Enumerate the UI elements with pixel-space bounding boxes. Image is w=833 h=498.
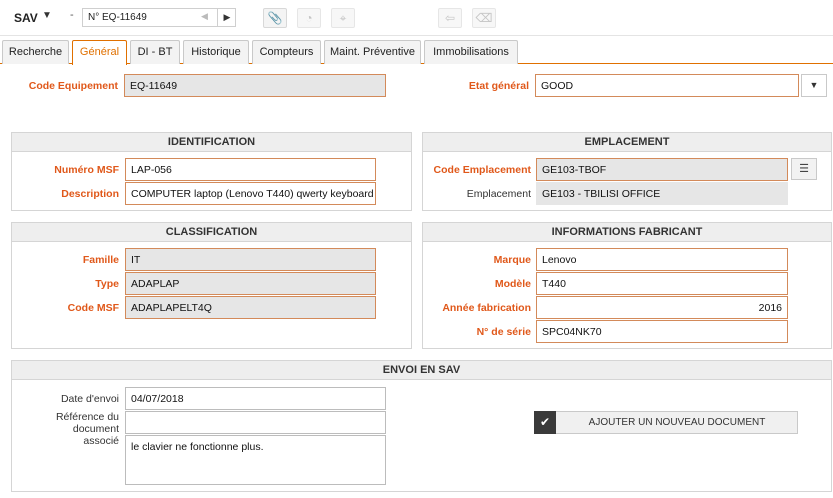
tab-di-bt[interactable]: DI - BT bbox=[130, 40, 180, 64]
modele-label: Modèle bbox=[494, 278, 531, 290]
famille-label: Famille bbox=[82, 254, 119, 266]
tab-general[interactable]: Général bbox=[72, 40, 127, 65]
identification-title: IDENTIFICATION bbox=[12, 133, 411, 152]
add-document-button[interactable]: ✔ AJOUTER UN NOUVEAU DOCUMENT bbox=[534, 411, 798, 434]
numero-serie-field[interactable]: SPC04NK70 bbox=[536, 320, 788, 343]
date-envoi-label: Date d'envoi bbox=[60, 393, 119, 405]
reference-document-label-line1: Référence du document bbox=[55, 411, 119, 435]
reference-document-label-line2: associé bbox=[83, 435, 119, 447]
emplacement-title: EMPLACEMENT bbox=[423, 133, 831, 152]
numero-serie-label: N° de série bbox=[476, 326, 531, 338]
date-envoi-field[interactable]: 04/07/2018 bbox=[125, 387, 386, 410]
record-number: N° EQ-11649 bbox=[88, 12, 147, 23]
arrow-left-glyph: ⇦ bbox=[444, 11, 456, 25]
type-field[interactable]: ADAPLAP bbox=[125, 272, 376, 295]
famille-field[interactable]: IT bbox=[125, 248, 376, 271]
separator-dash: - bbox=[70, 9, 74, 21]
app-title[interactable]: SAV bbox=[14, 11, 38, 25]
annee-fabrication-label: Année fabrication bbox=[442, 302, 531, 314]
reference-document-field[interactable] bbox=[125, 411, 386, 434]
annee-fabrication-field[interactable]: 2016 bbox=[536, 296, 788, 319]
top-bar: SAV ▼ - N° EQ-11649 ◀ ▶ 📎 ◔ ⌖ ⇦ ⌫ bbox=[0, 0, 833, 36]
code-emplacement-field[interactable]: GE103-TBOF bbox=[536, 158, 788, 181]
emplacement-field: GE103 - TBILISI OFFICE bbox=[536, 182, 788, 205]
type-label: Type bbox=[95, 278, 119, 290]
check-icon: ✔ bbox=[534, 411, 556, 434]
etat-general-label: Etat général bbox=[468, 80, 529, 92]
code-msf-field[interactable]: ADAPLAPELT4Q bbox=[125, 296, 376, 319]
fabricant-title: INFORMATIONS FABRICANT bbox=[423, 223, 831, 242]
tab-immobilisations[interactable]: Immobilisations bbox=[424, 40, 518, 64]
code-equipement-label: Code Equipement bbox=[28, 80, 118, 92]
comment-textarea[interactable]: le clavier ne fonctionne plus. bbox=[125, 435, 386, 485]
map-pin-icon[interactable]: ⌖ bbox=[331, 8, 355, 28]
tab-compteurs[interactable]: Compteurs bbox=[252, 40, 321, 64]
marque-field[interactable]: Lenovo bbox=[536, 248, 788, 271]
record-navigator: N° EQ-11649 ◀ ▶ bbox=[82, 8, 236, 27]
eraser-glyph: ⌫ bbox=[475, 11, 493, 25]
description-label: Description bbox=[61, 188, 119, 200]
etat-general-select[interactable]: GOOD bbox=[535, 74, 799, 97]
add-document-label: AJOUTER UN NOUVEAU DOCUMENT bbox=[588, 417, 766, 428]
classification-title: CLASSIFICATION bbox=[12, 223, 411, 242]
arrow-left-icon[interactable]: ⇦ bbox=[438, 8, 462, 28]
numero-msf-field[interactable]: LAP-056 bbox=[125, 158, 376, 181]
emplacement-lookup-icon[interactable]: ☰ bbox=[791, 158, 817, 180]
tab-historique[interactable]: Historique bbox=[183, 40, 249, 64]
etat-dropdown-button[interactable]: ▼ bbox=[801, 74, 827, 97]
reference-document-label: Référence du document associé bbox=[12, 411, 119, 447]
eraser-icon[interactable]: ⌫ bbox=[472, 8, 496, 28]
tab-bar: Recherche Général DI - BT Historique Com… bbox=[0, 40, 833, 65]
code-equipement-field: EQ-11649 bbox=[124, 74, 386, 97]
previous-record-icon[interactable]: ◀ bbox=[201, 11, 208, 22]
modele-field[interactable]: T440 bbox=[536, 272, 788, 295]
numero-msf-label: Numéro MSF bbox=[54, 164, 119, 176]
code-emplacement-label: Code Emplacement bbox=[433, 164, 531, 176]
pie-chart-glyph: ◔ bbox=[305, 11, 313, 25]
description-field[interactable]: COMPUTER laptop (Lenovo T440) qwerty key… bbox=[125, 182, 376, 205]
map-pin-glyph: ⌖ bbox=[339, 11, 347, 25]
tab-maint-preventive[interactable]: Maint. Préventive bbox=[324, 40, 421, 64]
chevron-down-icon[interactable]: ▼ bbox=[42, 10, 52, 21]
next-record-button[interactable]: ▶ bbox=[217, 9, 236, 26]
envoi-sav-title: ENVOI EN SAV bbox=[12, 361, 831, 380]
emplacement-label: Emplacement bbox=[466, 188, 531, 200]
marque-label: Marque bbox=[493, 254, 531, 266]
paperclip-icon[interactable]: 📎 bbox=[263, 8, 287, 28]
code-msf-label: Code MSF bbox=[67, 302, 119, 314]
tab-recherche[interactable]: Recherche bbox=[2, 40, 69, 64]
paperclip-glyph: 📎 bbox=[267, 11, 283, 25]
pie-chart-icon[interactable]: ◔ bbox=[297, 8, 321, 28]
